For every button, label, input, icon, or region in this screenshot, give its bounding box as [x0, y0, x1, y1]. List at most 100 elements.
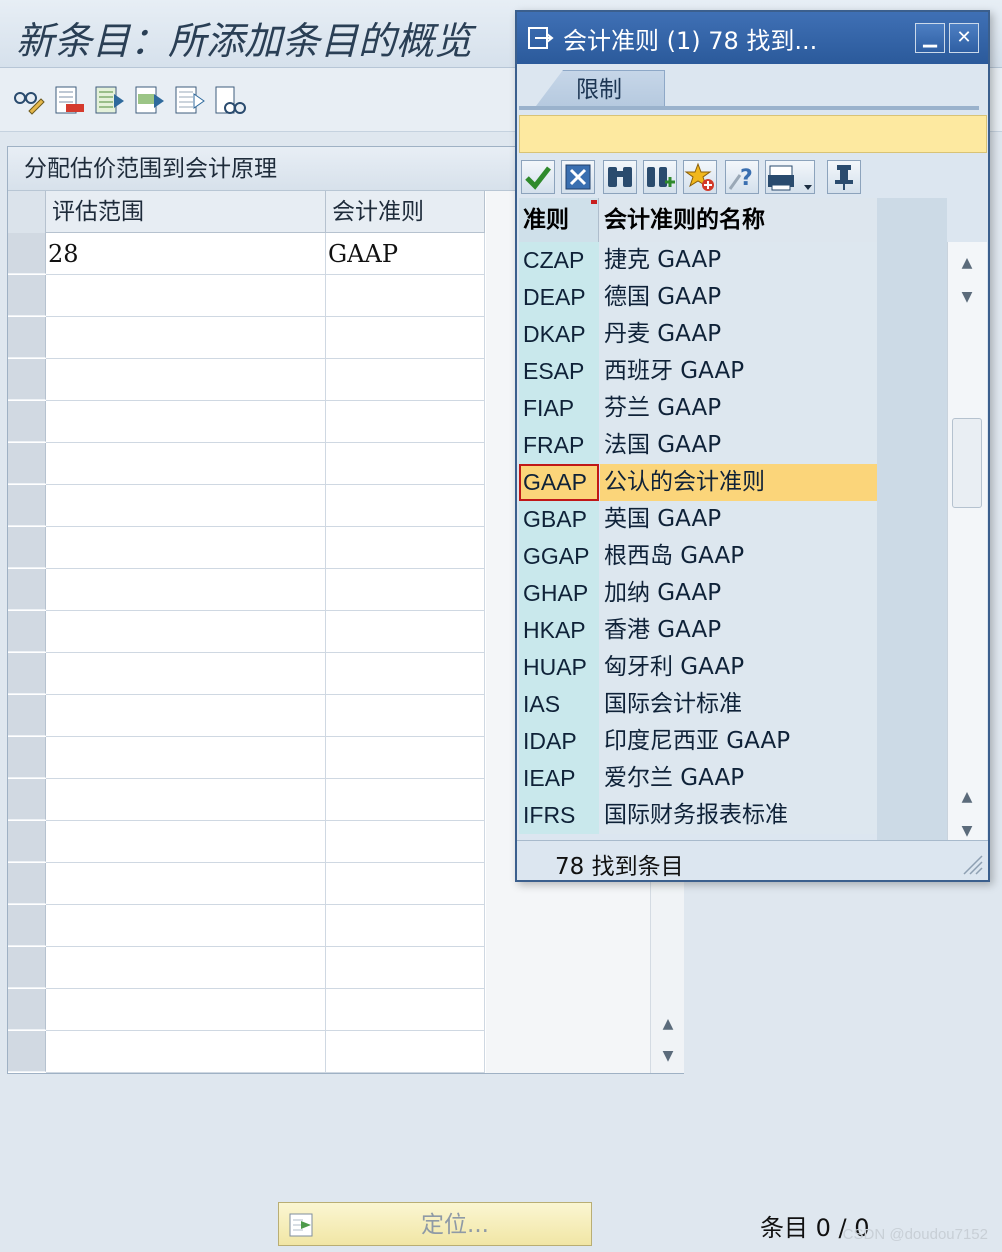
column-header-name[interactable]: 会计准则的名称	[600, 198, 877, 242]
glasses-pencil-icon[interactable]	[12, 84, 46, 118]
list-item[interactable]: IDAP 印度尼西亚 GAAP	[519, 723, 877, 760]
list-item[interactable]: GAAP 公认的会计准则	[519, 464, 877, 501]
row-selector[interactable]	[8, 527, 46, 568]
row-selector[interactable]	[8, 737, 46, 778]
cell-accounting-principle[interactable]	[326, 485, 485, 527]
list-item[interactable]: IEAP 爱尔兰 GAAP	[519, 760, 877, 797]
print-preview-icon[interactable]	[212, 84, 246, 118]
cell-valuation-area[interactable]	[46, 905, 326, 947]
cell-accounting-principle[interactable]	[326, 989, 485, 1031]
binoculars-plus-icon[interactable]	[643, 160, 677, 194]
cell-valuation-area[interactable]	[46, 695, 326, 737]
cell-valuation-area[interactable]	[46, 569, 326, 611]
cell-accounting-principle[interactable]	[326, 401, 485, 443]
list-item[interactable]: GHAP 加纳 GAAP	[519, 575, 877, 612]
result-list-scrollbar[interactable]: ▲ ▼ ▲ ▼	[947, 242, 987, 840]
list-item[interactable]: DKAP 丹麦 GAAP	[519, 316, 877, 353]
scroll-down-arrow-icon[interactable]: ▼	[948, 282, 986, 312]
cell-valuation-area[interactable]	[46, 359, 326, 401]
dialog-title-bar[interactable]: 会计准则 (1) 78 找到... ▁ ✕	[517, 12, 988, 64]
cancel-icon[interactable]	[561, 160, 595, 194]
row-selector[interactable]	[8, 695, 46, 736]
cell-valuation-area[interactable]: 28	[46, 233, 326, 275]
cell-accounting-principle[interactable]	[326, 1031, 485, 1073]
cell-valuation-area[interactable]	[46, 401, 326, 443]
cell-accounting-principle[interactable]	[326, 317, 485, 359]
cell-valuation-area[interactable]	[46, 737, 326, 779]
binoculars-icon[interactable]	[603, 160, 637, 194]
row-selector[interactable]	[8, 443, 46, 484]
tab-restrictions[interactable]: 限制	[533, 70, 665, 110]
cell-accounting-principle[interactable]	[326, 611, 485, 653]
scrollbar-thumb[interactable]	[952, 418, 982, 508]
row-selector[interactable]	[8, 947, 46, 988]
row-selector[interactable]	[8, 653, 46, 694]
delete-row-icon[interactable]	[52, 84, 86, 118]
cell-accounting-principle[interactable]	[326, 779, 485, 821]
list-item[interactable]: HKAP 香港 GAAP	[519, 612, 877, 649]
restriction-input-bar[interactable]	[519, 115, 987, 153]
row-selector[interactable]	[8, 1031, 46, 1072]
column-header-valuation-area[interactable]: 评估范围	[46, 191, 326, 233]
locate-button[interactable]: 定位...	[278, 1202, 592, 1246]
list-item[interactable]: CZAP 捷克 GAAP	[519, 242, 877, 279]
cell-accounting-principle[interactable]	[326, 527, 485, 569]
list-item[interactable]: GGAP 根西岛 GAAP	[519, 538, 877, 575]
list-item[interactable]: FRAP 法国 GAAP	[519, 427, 877, 464]
cell-valuation-area[interactable]	[46, 317, 326, 359]
scroll-up-arrow-icon[interactable]: ▲	[651, 1009, 685, 1039]
select-block-icon[interactable]	[132, 84, 166, 118]
cell-valuation-area[interactable]	[46, 443, 326, 485]
cell-accounting-principle[interactable]	[326, 947, 485, 989]
pin-icon[interactable]	[827, 160, 861, 194]
cell-valuation-area[interactable]	[46, 611, 326, 653]
list-item[interactable]: HUAP 匈牙利 GAAP	[519, 649, 877, 686]
list-item[interactable]: DEAP 德国 GAAP	[519, 279, 877, 316]
deselect-all-icon[interactable]	[172, 84, 206, 118]
column-header-accounting-principle[interactable]: 会计准则	[326, 191, 485, 233]
cell-valuation-area[interactable]	[46, 275, 326, 317]
cell-accounting-principle[interactable]	[326, 905, 485, 947]
cell-valuation-area[interactable]	[46, 821, 326, 863]
row-selector[interactable]	[8, 779, 46, 820]
list-item[interactable]: GBAP 英国 GAAP	[519, 501, 877, 538]
cell-accounting-principle[interactable]	[326, 653, 485, 695]
cell-accounting-principle[interactable]	[326, 863, 485, 905]
scroll-up-arrow-icon[interactable]: ▲	[948, 248, 986, 278]
row-selector[interactable]	[8, 359, 46, 400]
row-selector[interactable]	[8, 611, 46, 652]
row-selector[interactable]	[8, 989, 46, 1030]
checkmark-icon[interactable]	[521, 160, 555, 194]
scroll-down-arrow-icon[interactable]: ▼	[651, 1041, 685, 1071]
cell-accounting-principle[interactable]	[326, 821, 485, 863]
minimize-button[interactable]: ▁	[915, 23, 945, 53]
select-all-icon[interactable]	[92, 84, 126, 118]
column-header-code[interactable]: 准则	[519, 198, 599, 242]
close-button[interactable]: ✕	[949, 23, 979, 53]
cell-valuation-area[interactable]	[46, 1031, 326, 1073]
row-selector[interactable]	[8, 863, 46, 904]
row-selector[interactable]	[8, 569, 46, 610]
cell-accounting-principle[interactable]	[326, 737, 485, 779]
cell-accounting-principle[interactable]	[326, 695, 485, 737]
cell-valuation-area[interactable]	[46, 863, 326, 905]
cell-valuation-area[interactable]	[46, 527, 326, 569]
cell-valuation-area[interactable]	[46, 779, 326, 821]
cell-valuation-area[interactable]	[46, 653, 326, 695]
cell-valuation-area[interactable]	[46, 947, 326, 989]
help-icon[interactable]: ?	[725, 160, 759, 194]
list-item[interactable]: IAS 国际会计标准	[519, 686, 877, 723]
star-add-icon[interactable]	[683, 160, 717, 194]
resize-grip-icon[interactable]	[960, 852, 984, 876]
row-selector[interactable]	[8, 821, 46, 862]
row-selector[interactable]	[8, 905, 46, 946]
row-selector[interactable]	[8, 233, 46, 274]
scroll-page-up-icon[interactable]: ▲	[948, 782, 986, 812]
list-item[interactable]: FIAP 芬兰 GAAP	[519, 390, 877, 427]
row-selector[interactable]	[8, 401, 46, 442]
row-selector[interactable]	[8, 275, 46, 316]
cell-accounting-principle[interactable]	[326, 359, 485, 401]
list-item[interactable]: ESAP 西班牙 GAAP	[519, 353, 877, 390]
row-selector[interactable]	[8, 317, 46, 358]
cell-accounting-principle[interactable]	[326, 275, 485, 317]
